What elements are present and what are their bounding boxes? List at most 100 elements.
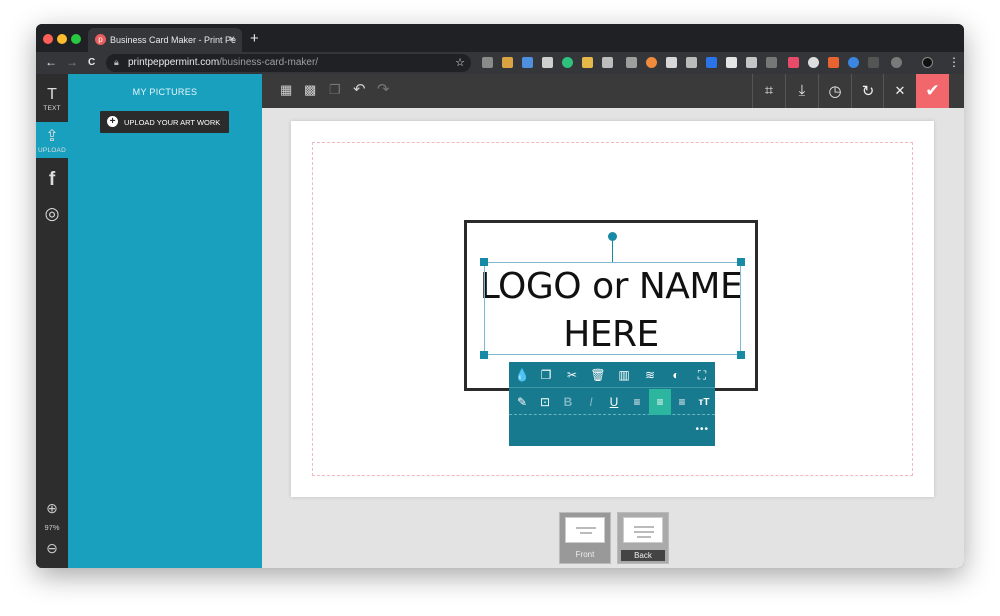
back-preview	[623, 517, 663, 543]
contrast-icon[interactable]: ◐	[667, 368, 685, 382]
extension-icon[interactable]	[706, 57, 717, 68]
new-tab-button[interactable]: +	[250, 30, 259, 47]
sidebar-item-label: TEXT	[43, 105, 61, 112]
refresh-icon[interactable]: ↻	[851, 74, 884, 108]
zoom-in-icon[interactable]: ⊕	[36, 500, 68, 517]
tab-title: Business Card Maker - Print Pe	[110, 35, 237, 45]
popup-row-2: ✎ ⊡ B I U ≡ ≡ ≡ тT	[509, 389, 715, 415]
forward-button[interactable]: →	[66, 55, 78, 69]
page-thumb-back[interactable]: Back	[617, 512, 669, 564]
font-size-icon[interactable]: тT	[695, 397, 713, 408]
extension-icon[interactable]	[808, 57, 819, 68]
facebook-icon: f	[48, 169, 56, 190]
extension-icon[interactable]	[848, 57, 859, 68]
resize-handle-bottom-left[interactable]	[480, 351, 488, 359]
extension-icon[interactable]	[542, 57, 553, 68]
fit-frame-icon[interactable]: ⛶	[693, 368, 711, 383]
url-bar[interactable]: 🔒︎ printpeppermint.com/business-card-mak…	[106, 54, 471, 72]
rotate-handle-stem	[612, 239, 613, 262]
business-card-canvas[interactable]: LOGO or NAME HERE 💧 ❐ ✂ 🗑 ▥ ≋ ◐ ⛶ ✎ ⊡ B …	[291, 121, 934, 497]
history-icon[interactable]: ◷	[818, 74, 851, 108]
extension-icon[interactable]	[482, 57, 493, 68]
duplicate-icon[interactable]: ❐	[329, 82, 341, 98]
address-bar-row: ← → C 🔒︎ printpeppermint.com/business-ca…	[36, 52, 964, 74]
resize-handle-top-left[interactable]	[480, 258, 488, 266]
panel-title: MY PICTURES	[132, 87, 198, 97]
italic-icon[interactable]: I	[582, 395, 600, 409]
tab-close-icon[interactable]: ×	[229, 34, 235, 45]
download-icon[interactable]: ⤓	[785, 74, 818, 108]
extension-icon[interactable]	[582, 57, 593, 68]
editor-toolbar: ▦ ▩ ❐ ↶ ↷ ⌗ ⤓ ◷ ↻ ✕ ✔	[262, 74, 964, 108]
extension-icon[interactable]	[666, 57, 677, 68]
text-box-icon[interactable]: ⊡	[536, 395, 554, 409]
selection-box	[484, 262, 741, 355]
extension-icon[interactable]	[828, 57, 839, 68]
extension-icon[interactable]	[746, 57, 757, 68]
extension-icon[interactable]	[788, 57, 799, 68]
redo-icon[interactable]: ↷	[377, 80, 390, 98]
extension-icon[interactable]	[646, 57, 657, 68]
extension-icon[interactable]	[602, 57, 613, 68]
back-button[interactable]: ←	[45, 55, 57, 69]
extension-icon[interactable]	[522, 57, 533, 68]
extension-icon[interactable]	[868, 57, 879, 68]
design-workspace: LOGO or NAME HERE 💧 ❐ ✂ 🗑 ▥ ≋ ◐ ⛶ ✎ ⊡ B …	[262, 108, 964, 568]
upload-icon: ⇪	[45, 128, 59, 145]
lock-icon: 🔒︎	[114, 57, 119, 67]
close-icon[interactable]: ✕	[883, 74, 916, 108]
tab-strip: p Business Card Maker - Print Pe × +	[36, 24, 964, 52]
align-right-icon[interactable]: ≡	[673, 395, 691, 409]
undo-icon[interactable]: ↶	[353, 80, 366, 98]
upload-artwork-button[interactable]: + UPLOAD YOUR ART WORK	[100, 111, 229, 133]
align-left-icon[interactable]: ≡	[628, 395, 646, 409]
underline-icon[interactable]: U	[605, 395, 623, 409]
browser-menu-icon[interactable]: ⋮	[948, 55, 960, 69]
zoom-out-icon[interactable]: ⊖	[36, 540, 68, 557]
bookmark-star-icon[interactable]: ☆	[455, 56, 465, 69]
layers-icon[interactable]: ≋	[641, 368, 659, 382]
page-label-front: Front	[575, 550, 595, 559]
color-drop-icon[interactable]: 💧	[513, 368, 531, 382]
delete-icon[interactable]: 🗑	[589, 368, 607, 382]
pencil-icon[interactable]: ✎	[513, 395, 531, 409]
text-format-popup: 💧 ❐ ✂ 🗑 ▥ ≋ ◐ ⛶ ✎ ⊡ B I U ≡ ≡ ≡ тT •••	[509, 362, 715, 446]
extension-icon[interactable]	[502, 57, 513, 68]
extension-icon[interactable]	[766, 57, 777, 68]
copy-icon[interactable]: ❐	[537, 368, 555, 382]
browser-window: p Business Card Maker - Print Pe × + ← →…	[36, 24, 964, 568]
help-extension-icon[interactable]	[891, 57, 902, 68]
url-domain: printpeppermint.com	[128, 57, 220, 68]
maximize-window-icon[interactable]	[71, 34, 81, 44]
qr-code-icon[interactable]: ▦	[280, 82, 292, 98]
confirm-button[interactable]: ✔	[916, 74, 949, 108]
page-thumb-front[interactable]: Front	[559, 512, 611, 564]
crop-icon[interactable]: ⌗	[752, 74, 785, 108]
align-center-icon[interactable]: ≡	[649, 389, 671, 415]
cut-icon[interactable]: ✂	[563, 368, 581, 382]
sidebar-item-text[interactable]: T TEXT	[36, 86, 68, 118]
card-maker-app: T TEXT ⇪ UPLOAD f ◎ ⊕ 97% ⊖ MY PICTURES …	[36, 74, 964, 568]
rotate-handle[interactable]	[608, 232, 617, 241]
extension-icon[interactable]	[626, 57, 637, 68]
grid-icon[interactable]: ▩	[304, 82, 316, 98]
resize-handle-top-right[interactable]	[737, 258, 745, 266]
sidebar-item-facebook[interactable]: f	[36, 169, 68, 193]
more-options-icon[interactable]: •••	[695, 424, 709, 435]
extension-icon[interactable]	[726, 57, 737, 68]
sidebar-item-instagram[interactable]: ◎	[36, 204, 68, 228]
sidebar-item-upload[interactable]: ⇪ UPLOAD	[36, 122, 74, 158]
extension-icon[interactable]	[686, 57, 697, 68]
profile-avatar[interactable]	[922, 57, 933, 68]
popup-row-1: 💧 ❐ ✂ 🗑 ▥ ≋ ◐ ⛶	[509, 362, 715, 388]
close-window-icon[interactable]	[43, 34, 53, 44]
minimize-window-icon[interactable]	[57, 34, 67, 44]
bold-icon[interactable]: B	[559, 395, 577, 409]
align-objects-icon[interactable]: ▥	[615, 368, 633, 382]
browser-tab[interactable]: p Business Card Maker - Print Pe ×	[88, 28, 242, 52]
peppermint-favicon-icon: p	[95, 34, 106, 45]
reload-button[interactable]: C	[88, 57, 95, 68]
page-label-back: Back	[621, 550, 665, 561]
extension-icon[interactable]	[562, 57, 573, 68]
resize-handle-bottom-right[interactable]	[737, 351, 745, 359]
